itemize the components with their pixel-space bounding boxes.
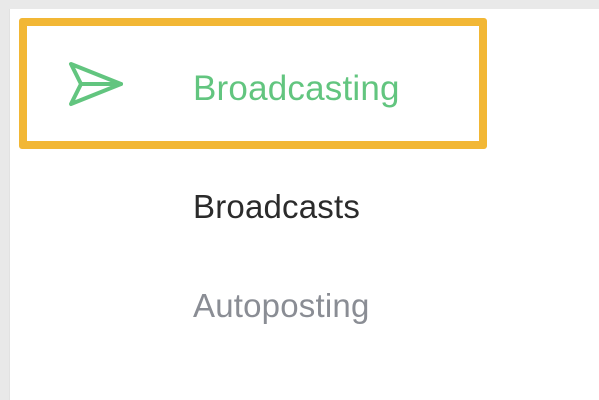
screenshot-frame: Broadcasting Broadcasts Autoposting <box>0 0 599 400</box>
sidebar-section-broadcasting[interactable]: Broadcasting <box>10 9 500 159</box>
sidebar-item-autoposting[interactable]: Autoposting <box>193 286 370 326</box>
sidebar-panel: Broadcasting Broadcasts Autoposting <box>9 9 599 400</box>
sidebar-item-broadcasts[interactable]: Broadcasts <box>193 187 360 227</box>
send-icon <box>66 60 126 110</box>
sidebar-section-label: Broadcasting <box>193 69 400 108</box>
